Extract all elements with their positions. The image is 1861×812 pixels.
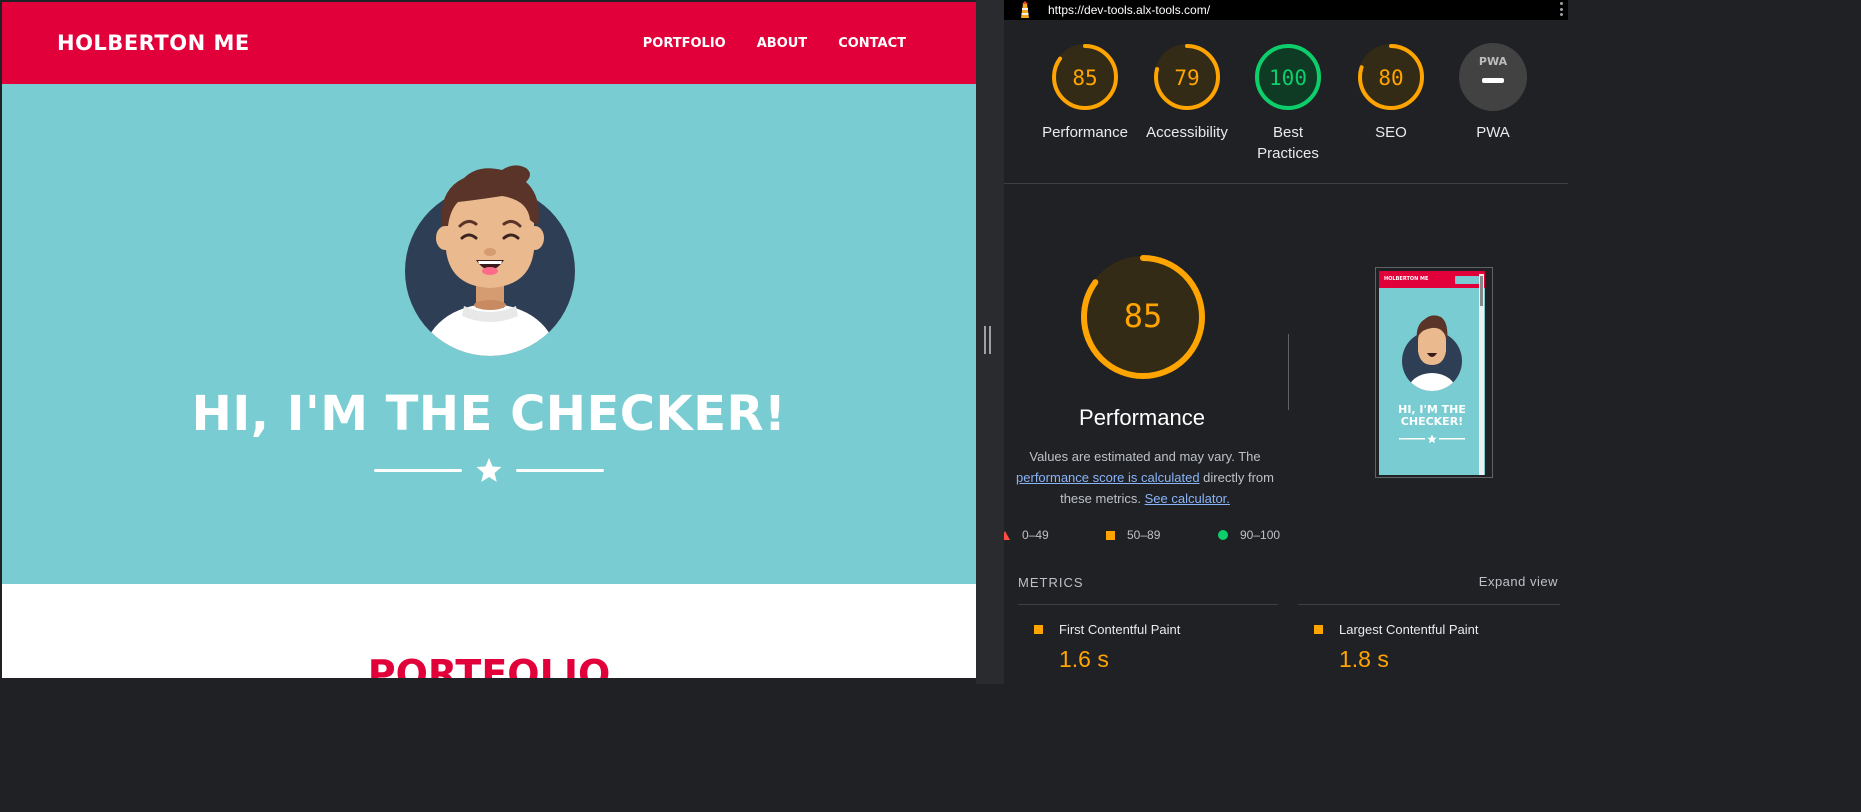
gauge-label: Performance [1042,124,1128,141]
splitter-grip-icon[interactable] [984,326,991,354]
square-icon [1106,530,1115,540]
gauge-label: Best Practices [1257,124,1319,162]
score-calculated-link[interactable]: performance score is calculated [1016,470,1200,485]
gauge-performance[interactable]: 85 Performance [1030,42,1140,143]
metric-value: 1.8 s [1339,646,1389,672]
vertical-divider [1288,334,1289,410]
legend-pass: 90–100 [1218,528,1280,542]
report-url[interactable]: https://dev-tools.alx-tools.com/ [1048,3,1210,17]
lighthouse-logo-icon [1021,1,1029,18]
gauge-accessibility[interactable]: 79 Accessibility [1132,42,1242,143]
star-divider [374,458,604,482]
brand-logo[interactable]: HOLBERTON ME [57,31,250,55]
hero-title: HI, I'M THE CHECKER! [191,386,787,442]
final-screenshot-thumbnail[interactable]: HOLBERTON ME HI, I'M THE CHECKER! [1375,267,1493,478]
metric-divider [1018,604,1278,605]
metric-fcp: First Contentful Paint 1.6 s [1034,622,1180,673]
gauge-pwa[interactable]: PWA PWA [1438,42,1548,143]
nav-links: PORTFOLIO ABOUT CONTACT [643,36,906,51]
legend-fail: 0–49 [1004,528,1049,542]
thumb-divider [1399,434,1465,444]
metrics-header: METRICS Expand view [1018,574,1558,592]
report-url-bar: https://dev-tools.alx-tools.com/ [1004,0,1568,20]
hero-section: HI, I'M THE CHECKER! [2,84,976,584]
performance-gauge-large: 85 [1081,255,1205,379]
pwa-badge-text: PWA [1479,55,1508,68]
nav-link-about[interactable]: ABOUT [757,36,807,51]
metric-name: First Contentful Paint [1059,622,1181,637]
gauge-score: 85 [1072,66,1097,90]
thumb-brand: HOLBERTON ME [1384,276,1429,282]
nav-link-contact[interactable]: CONTACT [838,36,906,51]
gauge-label: SEO [1375,124,1407,141]
metric-name: Largest Contentful Paint [1339,622,1479,637]
website-viewport: HOLBERTON ME PORTFOLIO ABOUT CONTACT HI,… [2,2,976,678]
performance-score: 85 [1124,297,1163,335]
metrics-label: METRICS [1018,575,1084,590]
square-icon [1314,625,1323,634]
see-calculator-link[interactable]: See calculator. [1145,491,1230,506]
star-icon [476,458,502,482]
gauge-score: 100 [1269,66,1307,90]
gauge-score: 79 [1174,66,1199,90]
metric-value: 1.6 s [1059,646,1109,672]
avatar-illustration [405,165,575,356]
performance-title: Performance [1079,405,1205,430]
gauge-label: Accessibility [1146,124,1228,141]
thumb-title: HI, I'M THE CHECKER! [1398,403,1466,428]
more-options-icon[interactable] [1560,2,1564,16]
nav-link-portfolio[interactable]: PORTFOLIO [643,36,726,51]
performance-description: Values are estimated and may vary. The p… [1016,449,1274,506]
thumb-menu-button [1455,276,1479,284]
gauge-best-practices[interactable]: 100 Best Practices [1233,42,1343,164]
gauge-label: PWA [1476,124,1510,141]
navbar: HOLBERTON ME PORTFOLIO ABOUT CONTACT [2,2,976,84]
triangle-icon [1004,530,1010,540]
gauge-score: 80 [1378,66,1403,90]
expand-view-toggle[interactable]: Expand view [1479,574,1558,589]
thumb-avatar [1402,315,1462,391]
portfolio-heading: PORTFOLIO [367,652,611,678]
score-legend: 0–49 50–89 90–100 [1004,528,1304,544]
metric-lcp: Largest Contentful Paint 1.8 s [1314,622,1478,673]
circle-icon [1218,530,1228,540]
metric-divider [1298,604,1560,605]
lighthouse-panel: https://dev-tools.alx-tools.com/ 85 Perf… [1004,0,1568,684]
score-gauges: 85 Performance 79 Accessibility 100 Best… [1004,20,1568,184]
gauge-seo[interactable]: 80 SEO [1336,42,1446,143]
legend-average: 50–89 [1106,528,1160,542]
square-icon [1034,625,1043,634]
pwa-icon: PWA [1459,43,1527,111]
